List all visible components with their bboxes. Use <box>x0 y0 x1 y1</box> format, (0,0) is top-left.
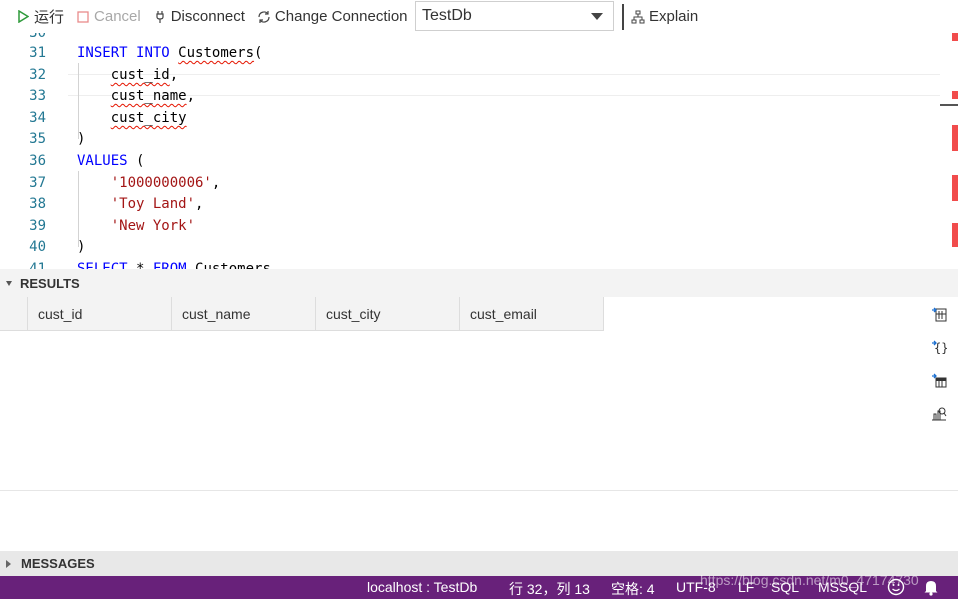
column-header[interactable]: cust_email <box>460 297 604 331</box>
cancel-button[interactable]: Cancel <box>76 8 141 25</box>
code-text: cust_city <box>110 109 187 126</box>
toolbar-divider <box>622 4 624 30</box>
database-select-value: TestDb <box>422 7 472 24</box>
code-text: cust_id, <box>110 66 179 83</box>
disconnect-label: Disconnect <box>170 8 245 25</box>
results-panel-header[interactable]: RESULTS <box>0 269 958 297</box>
code-text: '1000000006', <box>110 174 221 191</box>
line-number: 32 <box>29 66 46 83</box>
chevron-down-icon <box>591 13 603 20</box>
code-text: VALUES ( <box>77 152 145 169</box>
code-text: 'New York' <box>110 217 196 234</box>
row-number-header[interactable] <box>0 297 28 331</box>
code-line: 36 VALUES ( <box>0 150 940 172</box>
code-line: 32 cust_id, <box>0 64 940 86</box>
line-number: 37 <box>29 174 46 191</box>
code-line: 33 cust_name, <box>0 85 940 107</box>
code-text: INSERT INTO Customers( <box>77 44 263 61</box>
code-text: ) <box>77 238 86 255</box>
status-indentation[interactable]: 空格: 4 <box>611 579 655 599</box>
save-csv-icon[interactable] <box>930 305 948 323</box>
error-marker <box>952 175 958 201</box>
expand-icon <box>6 559 11 568</box>
chart-icon[interactable] <box>930 404 948 422</box>
line-number: 31 <box>29 44 46 61</box>
code-line: 40 ) <box>0 236 940 258</box>
line-number: 34 <box>29 109 46 126</box>
line-number: 35 <box>29 130 46 147</box>
code-text: 'Toy Land', <box>110 195 204 212</box>
code-line: 39 'New York' <box>0 215 940 237</box>
watermark-text: https://blog.csdn.net/m0_47174730 <box>700 572 919 588</box>
hierarchy-icon <box>631 10 645 24</box>
error-marker <box>952 125 958 151</box>
line-number: 41 <box>29 260 46 269</box>
error-marker <box>952 223 958 247</box>
disconnect-button[interactable]: Disconnect <box>153 8 245 25</box>
save-json-icon[interactable]: {} <box>930 338 948 356</box>
status-cursor-position[interactable]: 行 32，列 13 <box>509 579 590 599</box>
save-excel-icon[interactable] <box>930 371 948 389</box>
line-number: 36 <box>29 152 46 169</box>
results-divider <box>0 490 958 491</box>
results-actions: {} <box>930 305 950 437</box>
column-header[interactable]: cust_city <box>316 297 460 331</box>
play-icon <box>16 10 30 24</box>
error-marker <box>952 91 958 99</box>
explain-label: Explain <box>649 8 699 25</box>
results-title: RESULTS <box>20 275 80 291</box>
editor-scrollbar[interactable] <box>950 33 958 269</box>
column-header[interactable]: cust_name <box>172 297 316 331</box>
change-connection-button[interactable]: Change Connection <box>257 8 408 25</box>
code-line: 31 INSERT INTO Customers( <box>0 42 940 64</box>
code-text: SELECT * FROM Customers <box>77 260 271 269</box>
run-label: 运行 <box>34 9 65 26</box>
column-header[interactable]: cust_id <box>28 297 172 331</box>
code-line: 35 ) <box>0 128 940 150</box>
code-line: 34 cust_city <box>0 107 940 129</box>
line-number: 30 <box>0 33 46 41</box>
collapse-icon <box>6 280 12 286</box>
notification-bell-icon[interactable] <box>923 578 939 599</box>
line-number: 33 <box>29 87 46 104</box>
scroll-position-indicator <box>940 104 958 106</box>
plug-icon <box>153 10 167 24</box>
results-grid-header: cust_id cust_name cust_city cust_email <box>0 297 604 331</box>
refresh-connection-icon <box>257 10 271 24</box>
messages-title: MESSAGES <box>21 556 95 571</box>
sql-editor[interactable]: 30 31 INSERT INTO Customers( 32 cust_id,… <box>0 33 958 269</box>
line-number: 38 <box>29 195 46 212</box>
code-line: 37 '1000000006', <box>0 172 940 194</box>
run-button[interactable]: 运行 <box>16 6 64 27</box>
code-text: cust_name, <box>110 87 196 104</box>
line-number: 39 <box>29 217 46 234</box>
explain-button[interactable]: Explain <box>631 8 698 25</box>
code-line: 38 'Toy Land', <box>0 193 940 215</box>
code-text: ) <box>77 130 86 147</box>
line-number: 40 <box>29 238 46 255</box>
cancel-label: Cancel <box>94 8 141 25</box>
change-connection-label: Change Connection <box>274 8 408 25</box>
database-select[interactable]: TestDb <box>415 1 614 31</box>
status-connection[interactable]: localhost : TestDb <box>367 579 477 595</box>
stop-icon <box>76 10 90 24</box>
code-line: 41 SELECT * FROM Customers <box>0 258 940 269</box>
error-marker <box>952 33 958 41</box>
